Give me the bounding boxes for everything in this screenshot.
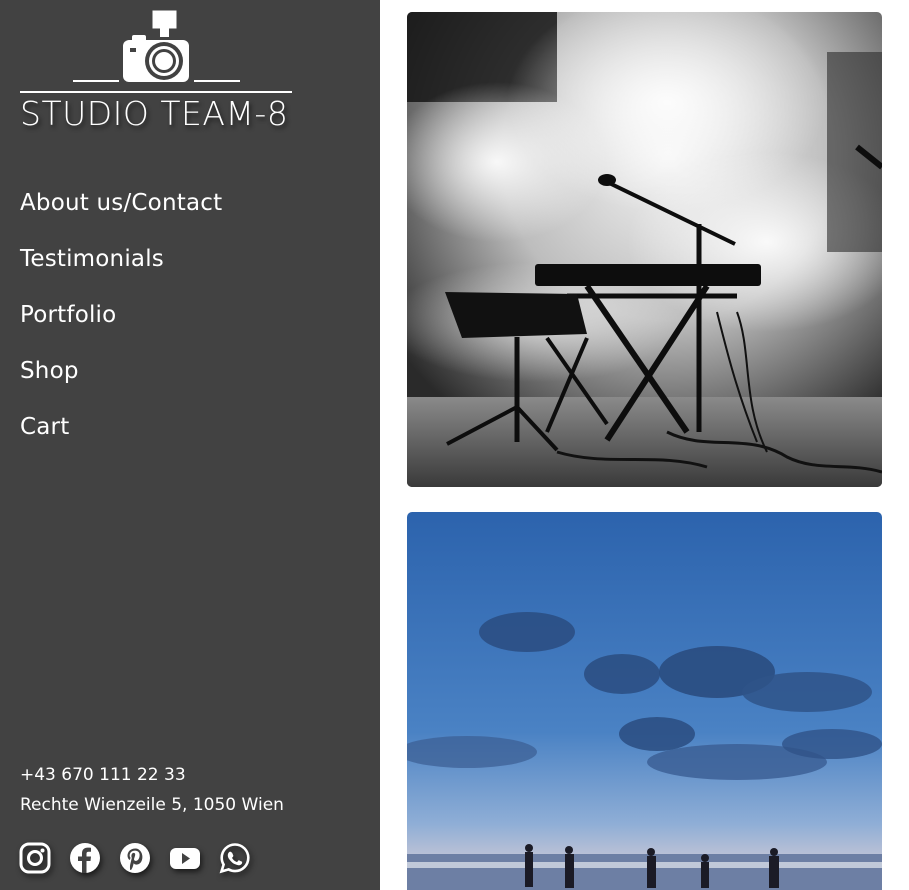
social-links bbox=[19, 842, 251, 874]
gallery-image-beach[interactable] bbox=[407, 512, 882, 890]
gallery-image-stage[interactable] bbox=[407, 12, 882, 487]
youtube-icon[interactable] bbox=[169, 842, 201, 874]
nav-item-portfolio: Portfolio bbox=[20, 298, 222, 354]
nav-item-about: About us/Contact bbox=[20, 186, 222, 242]
main-nav: About us/Contact Testimonials Portfolio … bbox=[20, 186, 222, 466]
whatsapp-icon[interactable] bbox=[219, 842, 251, 874]
sidebar: STUDIO TEAM-8 About us/Contact Testimoni… bbox=[0, 0, 380, 890]
page: STUDIO TEAM-8 About us/Contact Testimoni… bbox=[0, 0, 909, 890]
nav-link-testimonials[interactable]: Testimonials bbox=[20, 246, 164, 272]
site-logo[interactable]: STUDIO TEAM-8 bbox=[20, 8, 295, 133]
contact-info: +43 670 111 22 33 Rechte Wienzeile 5, 10… bbox=[20, 760, 284, 820]
nav-link-about[interactable]: About us/Contact bbox=[20, 190, 222, 216]
main-content bbox=[380, 0, 909, 890]
nav-link-portfolio[interactable]: Portfolio bbox=[20, 302, 116, 328]
nav-link-cart[interactable]: Cart bbox=[20, 414, 69, 440]
pinterest-icon[interactable] bbox=[119, 842, 151, 874]
instagram-icon[interactable] bbox=[19, 842, 51, 874]
brand-name: STUDIO TEAM-8 bbox=[20, 94, 289, 133]
contact-address: Rechte Wienzeile 5, 1050 Wien bbox=[20, 795, 284, 815]
nav-item-testimonials: Testimonials bbox=[20, 242, 222, 298]
nav-link-shop[interactable]: Shop bbox=[20, 358, 79, 384]
contact-phone[interactable]: +43 670 111 22 33 bbox=[20, 760, 284, 790]
facebook-icon[interactable] bbox=[69, 842, 101, 874]
nav-item-shop: Shop bbox=[20, 354, 222, 410]
nav-item-cart: Cart bbox=[20, 410, 222, 466]
camera-icon bbox=[20, 9, 292, 93]
